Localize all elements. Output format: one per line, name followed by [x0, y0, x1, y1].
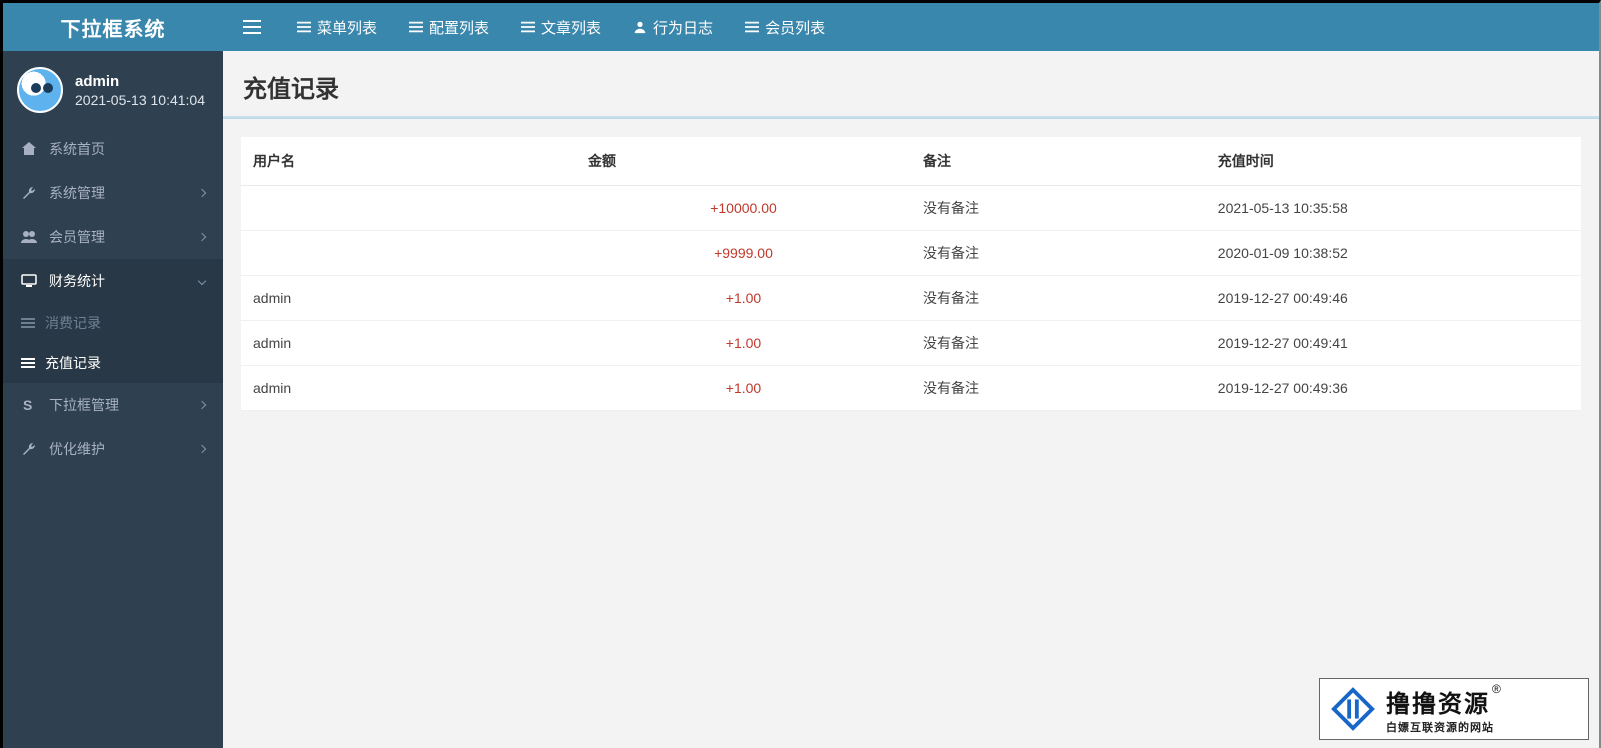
cell-user: admin [241, 366, 576, 411]
watermark-subtitle: 白嫖互联资源的网站 [1386, 719, 1501, 735]
topnav-config-list[interactable]: 配置列表 [403, 13, 495, 42]
menu-toggle-icon[interactable] [243, 20, 261, 34]
main-content: 充值记录 用户名 金额 备注 充值时间 +10000.00没有备注2021-05… [223, 51, 1599, 748]
topnav-menu-list[interactable]: 菜单列表 [291, 13, 383, 42]
recharge-table: 用户名 金额 备注 充值时间 +10000.00没有备注2021-05-13 1… [241, 137, 1581, 411]
sidebar-subitem-recharge[interactable]: 充值记录 [3, 343, 223, 383]
chevron-left-icon [198, 445, 206, 453]
list-icon [21, 358, 35, 368]
chevron-down-icon [198, 277, 206, 285]
table-row[interactable]: +9999.00没有备注2020-01-09 10:38:52 [241, 231, 1581, 276]
user-icon [633, 20, 647, 34]
cell-time: 2019-12-27 00:49:41 [1206, 321, 1581, 366]
sidebar-item-label: 优化维护 [49, 439, 105, 459]
chevron-left-icon [198, 401, 206, 409]
sidebar-item-finance[interactable]: 财务统计 [3, 259, 223, 303]
profile-username: admin [75, 73, 205, 90]
sidebar-item-label: 系统首页 [49, 139, 105, 159]
sidebar-item-system[interactable]: 系统管理 [3, 171, 223, 215]
cell-user: admin [241, 321, 576, 366]
sidebar-item-members[interactable]: 会员管理 [3, 215, 223, 259]
users-icon [21, 229, 37, 245]
cell-amount: +1.00 [576, 321, 911, 366]
table-header-row: 用户名 金额 备注 充值时间 [241, 137, 1581, 186]
table-row[interactable]: admin+1.00没有备注2019-12-27 00:49:36 [241, 366, 1581, 411]
brand-title[interactable]: 下拉框系统 [3, 3, 223, 51]
cell-remark: 没有备注 [911, 276, 1206, 321]
sidebar-item-home[interactable]: 系统首页 [3, 127, 223, 171]
list-icon [521, 20, 535, 34]
sidebar-item-label: 系统管理 [49, 183, 105, 203]
monitor-icon [21, 273, 37, 289]
col-time: 充值时间 [1206, 137, 1581, 186]
table-row[interactable]: admin+1.00没有备注2019-12-27 00:49:46 [241, 276, 1581, 321]
list-icon [745, 20, 759, 34]
watermark-title: 撸撸资源® [1386, 684, 1501, 719]
chevron-left-icon [198, 189, 206, 197]
watermark-logo-icon [1330, 686, 1376, 732]
profile-time: 2021-05-13 10:41:04 [75, 92, 205, 108]
page-title: 充值记录 [223, 51, 1599, 119]
sidebar-subitem-label: 消费记录 [45, 313, 101, 333]
topnav-label: 行为日志 [653, 17, 713, 38]
profile-block: admin 2021-05-13 10:41:04 [3, 51, 223, 127]
cell-remark: 没有备注 [911, 366, 1206, 411]
sidebar-item-label: 会员管理 [49, 227, 105, 247]
topnav-label: 文章列表 [541, 17, 601, 38]
sidebar-item-label: 财务统计 [49, 271, 105, 291]
col-user: 用户名 [241, 137, 576, 186]
cell-time: 2019-12-27 00:49:36 [1206, 366, 1581, 411]
wrench-icon [21, 185, 37, 201]
cell-remark: 没有备注 [911, 231, 1206, 276]
cell-remark: 没有备注 [911, 186, 1206, 231]
home-icon [21, 141, 37, 157]
list-icon [21, 318, 35, 328]
topnav-label: 会员列表 [765, 17, 825, 38]
cell-time: 2020-01-09 10:38:52 [1206, 231, 1581, 276]
list-icon [297, 20, 311, 34]
topnav-label: 菜单列表 [317, 17, 377, 38]
cell-amount: +9999.00 [576, 231, 911, 276]
cell-user: admin [241, 276, 576, 321]
table-row[interactable]: +10000.00没有备注2021-05-13 10:35:58 [241, 186, 1581, 231]
s-icon: S [21, 397, 37, 413]
cell-time: 2019-12-27 00:49:46 [1206, 276, 1581, 321]
wrench-icon [21, 441, 37, 457]
top-nav: 菜单列表 配置列表 文章列表 行为日志 会员列表 [223, 3, 1599, 51]
sidebar-item-maintain[interactable]: 优化维护 [3, 427, 223, 471]
sidebar-subitem-label: 充值记录 [45, 353, 101, 373]
cell-user [241, 231, 576, 276]
sidebar: admin 2021-05-13 10:41:04 系统首页 系统管理 会员管理 [3, 51, 223, 748]
avatar[interactable] [17, 67, 63, 113]
cell-amount: +10000.00 [576, 186, 911, 231]
watermark: 撸撸资源® 白嫖互联资源的网站 [1319, 678, 1589, 740]
cell-amount: +1.00 [576, 366, 911, 411]
table-row[interactable]: admin+1.00没有备注2019-12-27 00:49:41 [241, 321, 1581, 366]
table-panel: 用户名 金额 备注 充值时间 +10000.00没有备注2021-05-13 1… [241, 137, 1581, 411]
sidebar-subitem-consume[interactable]: 消费记录 [3, 303, 223, 343]
topnav-member-list[interactable]: 会员列表 [739, 13, 831, 42]
topnav-article-list[interactable]: 文章列表 [515, 13, 607, 42]
cell-amount: +1.00 [576, 276, 911, 321]
cell-time: 2021-05-13 10:35:58 [1206, 186, 1581, 231]
sidebar-item-label: 下拉框管理 [49, 395, 119, 415]
topnav-behavior-log[interactable]: 行为日志 [627, 13, 719, 42]
cell-user [241, 186, 576, 231]
svg-text:S: S [23, 397, 32, 413]
cell-remark: 没有备注 [911, 321, 1206, 366]
topnav-label: 配置列表 [429, 17, 489, 38]
sidebar-item-dropdown[interactable]: S 下拉框管理 [3, 383, 223, 427]
list-icon [409, 20, 423, 34]
col-amount: 金额 [576, 137, 911, 186]
col-remark: 备注 [911, 137, 1206, 186]
chevron-left-icon [198, 233, 206, 241]
